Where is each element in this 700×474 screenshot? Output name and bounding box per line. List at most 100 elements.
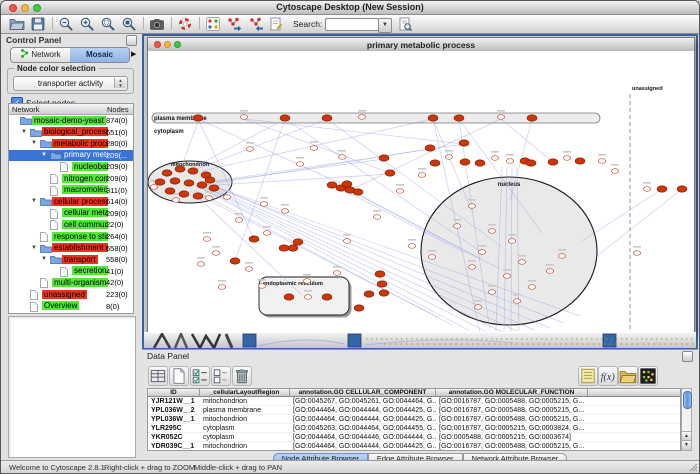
- node-color-dropdown[interactable]: transporter activity ▲▼: [13, 76, 128, 91]
- table-cell[interactable]: [588, 433, 681, 442]
- tab-overflow-arrow[interactable]: ▶: [131, 50, 136, 58]
- network-node-outlined[interactable]: [453, 224, 460, 229]
- network-node[interactable]: [379, 290, 389, 296]
- network-node-outlined[interactable]: [488, 290, 495, 295]
- table-cell[interactable]: [588, 442, 681, 451]
- table-cell[interactable]: [GO:0045267, GO:0045261, GO:0044464, G..…: [290, 397, 436, 406]
- network-node[interactable]: [575, 158, 585, 164]
- tree-item-transport[interactable]: ▼transport558(0): [9, 254, 133, 265]
- delete-attribute-icon[interactable]: [232, 366, 252, 386]
- network-node-outlined[interactable]: [598, 159, 605, 164]
- network-node[interactable]: [677, 186, 687, 192]
- network-node-outlined[interactable]: [503, 274, 510, 279]
- table-cell[interactable]: [GO:0005488, GO:0005215, GO:0003674]: [436, 433, 588, 442]
- column-header-annotation-go-cellular-component[interactable]: annotation.GO CELLULAR_COMPONENT: [290, 389, 436, 397]
- network-node-outlined[interactable]: [203, 237, 210, 242]
- expand-arrow-icon[interactable]: ▼: [31, 245, 37, 251]
- network-node[interactable]: [364, 291, 374, 297]
- network-node-outlined[interactable]: [474, 305, 481, 310]
- network-node-outlined[interactable]: [218, 285, 225, 290]
- network-node-outlined[interactable]: [468, 265, 475, 270]
- table-cell[interactable]: mitochondrion: [200, 397, 290, 406]
- table-cell[interactable]: [GO:0044464, GO:0044444, GO:0044425, G..…: [290, 406, 436, 415]
- network-node[interactable]: [230, 258, 240, 264]
- scrollbar-thumb[interactable]: [683, 391, 692, 409]
- attribute-matrix-icon[interactable]: [638, 366, 658, 386]
- network-node[interactable]: [193, 115, 203, 121]
- vizmapper-icon[interactable]: [205, 16, 221, 32]
- network-node[interactable]: [249, 236, 259, 242]
- network-node[interactable]: [327, 182, 337, 188]
- network-node-outlined[interactable]: [468, 204, 475, 209]
- zoom-out-icon[interactable]: [58, 16, 74, 32]
- zoom-selected-icon[interactable]: [100, 16, 116, 32]
- network-node-outlined[interactable]: [333, 271, 340, 276]
- network-node[interactable]: [548, 159, 558, 165]
- network-node[interactable]: [460, 159, 470, 165]
- table-cell[interactable]: [588, 397, 681, 406]
- table-cell[interactable]: [GO:0045263, GO:0044464, GO:0044455, G..…: [290, 424, 436, 433]
- network-node-outlined[interactable]: [263, 231, 270, 236]
- tree-item-establishment-of-lo[interactable]: ▼establishment of lo558(0): [9, 243, 133, 254]
- table-cell[interactable]: cytoplasm: [200, 433, 290, 442]
- network-node[interactable]: [454, 115, 464, 121]
- network-node-outlined[interactable]: [258, 284, 265, 289]
- scroll-down-icon[interactable]: ▼: [682, 440, 691, 450]
- search-input[interactable]: [325, 18, 379, 31]
- network-node-outlined[interactable]: [478, 250, 485, 255]
- network-canvas[interactable]: plasma membranecytoplasmnucleusmitochond…: [148, 51, 694, 332]
- network-node[interactable]: [459, 140, 469, 146]
- network-node[interactable]: [165, 188, 175, 194]
- table-cell[interactable]: [GO:0016787, GO:0005215, GO:0003824, G..…: [436, 424, 588, 433]
- network-node[interactable]: [284, 294, 294, 300]
- network-node[interactable]: [377, 281, 387, 287]
- network-node-outlined[interactable]: [491, 156, 498, 161]
- network-node[interactable]: [184, 180, 194, 186]
- tab-network[interactable]: Network: [11, 48, 70, 62]
- network-node-outlined[interactable]: [296, 162, 303, 167]
- network-node-outlined[interactable]: [338, 155, 345, 160]
- network-node[interactable]: [293, 239, 303, 245]
- network-node-outlined[interactable]: [172, 198, 179, 203]
- network-node-outlined[interactable]: [506, 159, 513, 164]
- table-cell[interactable]: [GO:0016787, GO:0005488, GO:0005215, G..…: [436, 397, 588, 406]
- table-cell[interactable]: [588, 424, 681, 433]
- attribute-table[interactable]: ID_cellularLayoutRegionannotation.GO CEL…: [147, 388, 681, 451]
- tree-item-multi-organism-pro[interactable]: multi-organism pro42(0): [9, 277, 133, 288]
- network-node-outlined[interactable]: [245, 267, 252, 272]
- network-node[interactable]: [288, 245, 298, 251]
- network-node[interactable]: [342, 181, 352, 187]
- zoom-fit-icon[interactable]: [121, 16, 137, 32]
- network-node[interactable]: [188, 168, 198, 174]
- network-node-outlined[interactable]: [396, 189, 403, 194]
- network-node-outlined[interactable]: [633, 251, 640, 256]
- tree-item-unassigned[interactable]: unassigned223(0): [9, 289, 133, 300]
- tree-item-response-to-stimulu[interactable]: response to stimulu264(0): [9, 231, 133, 242]
- network-node-outlined[interactable]: [518, 260, 525, 265]
- table-cell[interactable]: [GO:0016787, GO:0005488, GO:0005215, G..…: [436, 442, 588, 451]
- table-cell[interactable]: [GO:0044464, GO:0044444, GO:0044425, G..…: [290, 442, 436, 451]
- network-node-outlined[interactable]: [281, 209, 288, 214]
- network-node-outlined[interactable]: [240, 115, 247, 120]
- export-network-icon[interactable]: [247, 16, 263, 32]
- network-node-outlined[interactable]: [445, 155, 452, 160]
- column-header-annotation-go-molecular-function[interactable]: annotation.GO MOLECULAR_FUNCTION: [436, 389, 588, 397]
- network-node-outlined[interactable]: [508, 239, 515, 244]
- network-node-outlined[interactable]: [235, 218, 242, 223]
- float-data-panel-icon[interactable]: [682, 351, 693, 362]
- background-window-strip[interactable]: [144, 332, 696, 348]
- search-doc-icon[interactable]: [397, 16, 413, 32]
- annotation-icon[interactable]: [268, 16, 284, 32]
- network-window-titlebar[interactable]: primary metabolic process: [148, 38, 694, 52]
- network-node[interactable]: [375, 271, 385, 277]
- network-node-outlined[interactable]: [223, 195, 230, 200]
- search-dropdown-icon[interactable]: ▼: [378, 18, 392, 33]
- network-node-outlined[interactable]: [205, 196, 212, 201]
- resize-grip-icon[interactable]: [689, 463, 698, 472]
- network-node[interactable]: [170, 178, 180, 184]
- network-node[interactable]: [155, 179, 165, 185]
- table-cell[interactable]: [588, 415, 681, 424]
- network-node-outlined[interactable]: [310, 146, 317, 151]
- table-cell[interactable]: [GO:0044464, GO:0044446, GO:0044444, G..…: [290, 433, 436, 442]
- help-icon[interactable]: [177, 16, 193, 32]
